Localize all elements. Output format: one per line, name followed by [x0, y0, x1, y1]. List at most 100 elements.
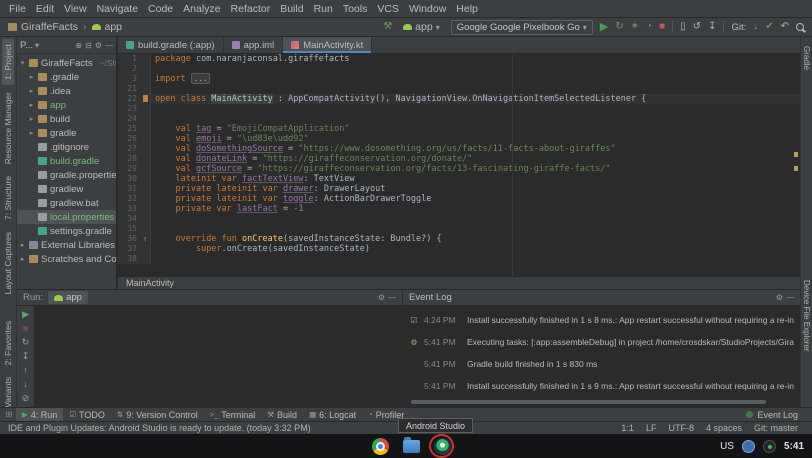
- code-line[interactable]: 37 super.onCreate(savedInstanceState): [118, 244, 800, 254]
- stop-icon[interactable]: ■: [23, 324, 28, 333]
- editor-tab-mainactivity-kt[interactable]: MainActivity.kt: [283, 37, 372, 53]
- editor-tab-app-iml[interactable]: app.iml: [224, 37, 284, 53]
- tool-strip-tab-layout-captures[interactable]: Layout Captures: [2, 227, 14, 299]
- menu-build[interactable]: Build: [275, 3, 308, 15]
- breadcrumb-class[interactable]: MainActivity: [126, 278, 174, 288]
- menu-view[interactable]: View: [59, 3, 92, 15]
- tree-item-app[interactable]: ▸app: [17, 98, 116, 112]
- tree-item-gradlew[interactable]: gradlew: [17, 182, 116, 196]
- code-line[interactable]: 34: [118, 214, 800, 224]
- tree-item-gradle[interactable]: ▸.gradle: [17, 70, 116, 84]
- chevron-down-icon[interactable]: ▾: [35, 41, 39, 50]
- tree-item-gradlew-bat[interactable]: gradlew.bat: [17, 196, 116, 210]
- device-manager-icon[interactable]: ▯: [680, 22, 686, 32]
- tool-strip-tab-1-project[interactable]: 1: Project: [2, 39, 14, 85]
- code-line[interactable]: 22open class MainActivity : AppCompatAct…: [118, 94, 800, 104]
- tree-item-gradle[interactable]: ▸gradle: [17, 126, 116, 140]
- clock[interactable]: 5:41: [784, 441, 804, 452]
- breadcrumb-project[interactable]: GiraffeFacts: [21, 21, 78, 33]
- collapse-all-icon[interactable]: ⊟: [85, 41, 92, 50]
- run-console[interactable]: [36, 306, 402, 407]
- menu-file[interactable]: File: [4, 3, 31, 15]
- tool-tab-9-version-control[interactable]: ⇅9: Version Control: [111, 408, 204, 421]
- code-line[interactable]: 3import ...: [118, 74, 800, 84]
- code-line[interactable]: 1package com.naranjaconsal.giraffefacts: [118, 54, 800, 64]
- settings-gear-icon[interactable]: ⚙: [378, 293, 385, 302]
- override-gutter-icon[interactable]: ↑: [140, 234, 151, 244]
- code-line[interactable]: 23: [118, 104, 800, 114]
- run-button[interactable]: ▶: [600, 22, 608, 33]
- menu-refactor[interactable]: Refactor: [226, 3, 276, 15]
- menu-edit[interactable]: Edit: [31, 3, 59, 15]
- code-line[interactable]: 35: [118, 224, 800, 234]
- git-revert-icon[interactable]: ↶: [781, 22, 789, 32]
- device-select[interactable]: Google Google Pixelbook Go ▾: [451, 20, 593, 35]
- project-view-selector[interactable]: P...: [20, 40, 33, 51]
- status-lf[interactable]: LF: [646, 423, 657, 433]
- menu-navigate[interactable]: Navigate: [92, 3, 143, 15]
- code-line[interactable]: 28 val donateLink = "https://giraffecons…: [118, 154, 800, 164]
- volume-icon[interactable]: [763, 440, 776, 453]
- tool-strip-tab-resource-manager[interactable]: Resource Manager: [2, 87, 14, 169]
- scroll-to-end-icon[interactable]: ↧: [22, 352, 30, 361]
- tray-status-icon[interactable]: [742, 440, 755, 453]
- status-4-spaces[interactable]: 4 spaces: [706, 423, 742, 433]
- restart-activity-icon[interactable]: ↻: [22, 338, 30, 347]
- tool-strip-tab-2-favorites[interactable]: 2: Favorites: [2, 316, 14, 370]
- keyboard-layout-indicator[interactable]: US: [720, 441, 734, 452]
- menu-tools[interactable]: Tools: [338, 3, 373, 15]
- code-line[interactable]: 21: [118, 84, 800, 94]
- code-line[interactable]: 25 val tag = "EmojiCompatApplication": [118, 124, 800, 134]
- horizontal-scrollbar[interactable]: [411, 400, 766, 404]
- tree-item-local-properties[interactable]: local.properties: [17, 210, 116, 224]
- menu-vcs[interactable]: VCS: [372, 3, 404, 15]
- up-stack-trace-icon[interactable]: ↑: [23, 366, 28, 375]
- tool-tab-todo[interactable]: ☑TODO: [63, 408, 111, 421]
- build-hammer-icon[interactable]: ⚒: [383, 22, 392, 32]
- search-icon[interactable]: [796, 23, 804, 31]
- code-line[interactable]: 2: [118, 64, 800, 74]
- chrome-icon[interactable]: [372, 438, 389, 455]
- tree-item-scratches-and-consoles[interactable]: ▸Scratches and Consoles: [17, 252, 116, 266]
- tool-strip-tab-gradle[interactable]: Gradle: [801, 41, 812, 75]
- tool-tab-build[interactable]: ⚒Build: [261, 408, 303, 421]
- tool-tab-terminal[interactable]: >_Terminal: [204, 408, 262, 421]
- tree-item-gitignore[interactable]: .gitignore: [17, 140, 116, 154]
- menu-analyze[interactable]: Analyze: [178, 3, 225, 15]
- stop-button[interactable]: ■: [659, 22, 665, 32]
- code-line[interactable]: 29 val gcfSource = "https://giraffeconse…: [118, 164, 800, 174]
- git-commit-icon[interactable]: ✔: [765, 22, 773, 32]
- code-line[interactable]: 38: [118, 254, 800, 264]
- menu-window[interactable]: Window: [404, 3, 451, 15]
- tree-item-external-libraries[interactable]: ▸External Libraries: [17, 238, 116, 252]
- tree-item-settings-gradle[interactable]: settings.gradle: [17, 224, 116, 238]
- editor-body[interactable]: 1package com.naranjaconsal.giraffefacts2…: [118, 54, 800, 276]
- rerun-icon[interactable]: ▶: [22, 310, 29, 319]
- status-git-master[interactable]: Git: master: [754, 423, 798, 433]
- profiler-button[interactable]: ◔: [646, 22, 652, 32]
- files-icon[interactable]: [403, 440, 420, 453]
- hide-panel-icon[interactable]: —: [105, 41, 113, 50]
- code-line[interactable]: 36↑ override fun onCreate(savedInstanceS…: [118, 234, 800, 244]
- tree-item-build[interactable]: ▸build: [17, 112, 116, 126]
- tool-strip-tab-device-file-explorer[interactable]: Device File Explorer: [801, 275, 812, 357]
- sdk-manager-icon[interactable]: ↧: [708, 22, 716, 32]
- tree-item-gradle-properties[interactable]: gradle.properties: [17, 168, 116, 182]
- run-tab-app[interactable]: app: [48, 291, 88, 304]
- status-utf-8[interactable]: UTF-8: [668, 423, 694, 433]
- code-line[interactable]: 26 val emoji = "\ud83e\udd92": [118, 134, 800, 144]
- event-log-toggle[interactable]: Event Log: [746, 410, 812, 420]
- android-studio-taskbar-icon[interactable]: [434, 438, 451, 455]
- locate-file-icon[interactable]: ⊕: [75, 41, 82, 50]
- bookmark-gutter-icon[interactable]: [140, 94, 151, 104]
- tree-item-giraffefacts[interactable]: ▾GiraffeFacts~/StudioProjects/GiraffeF: [17, 56, 116, 70]
- editor-tab-build-gradle-app[interactable]: build.gradle (:app): [118, 37, 224, 53]
- code-line[interactable]: 30 lateinit var factTextView: TextView: [118, 174, 800, 184]
- code-line[interactable]: 31 private lateinit var drawer: DrawerLa…: [118, 184, 800, 194]
- menu-run[interactable]: Run: [309, 3, 338, 15]
- menu-code[interactable]: Code: [143, 3, 178, 15]
- menu-help[interactable]: Help: [451, 3, 483, 15]
- tool-strip-tab-7-structure[interactable]: 7: Structure: [2, 171, 14, 225]
- code-line[interactable]: 32 private lateinit var toggle: ActionBa…: [118, 194, 800, 204]
- run-config-select[interactable]: app ▾: [399, 20, 444, 34]
